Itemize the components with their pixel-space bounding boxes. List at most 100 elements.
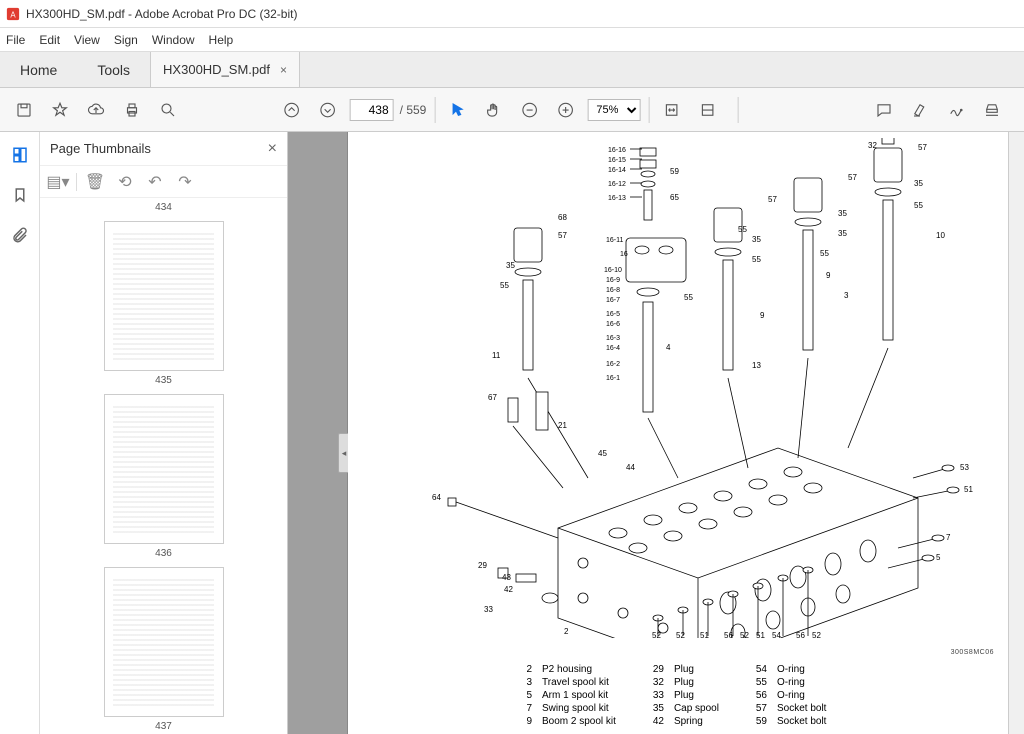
close-panel-icon[interactable]: × [268, 140, 277, 158]
thumbnail-page[interactable] [104, 567, 224, 717]
thumbnails-nav-icon[interactable] [7, 142, 33, 168]
menu-window[interactable]: Window [152, 33, 195, 47]
svg-text:35: 35 [838, 209, 847, 218]
svg-text:16-15: 16-15 [608, 157, 626, 164]
undo-icon[interactable]: ↶ [143, 170, 167, 194]
thumb-options-icon[interactable]: ▤▾ [46, 170, 70, 194]
tab-bar: Home Tools HX300HD_SM.pdf × [0, 52, 1024, 88]
fit-page-icon[interactable] [693, 96, 721, 124]
svg-text:45: 45 [598, 449, 607, 458]
tab-home[interactable]: Home [0, 52, 77, 87]
svg-text:16-2: 16-2 [606, 361, 620, 368]
svg-text:35: 35 [506, 261, 515, 270]
attachment-nav-icon[interactable] [7, 222, 33, 248]
svg-text:43: 43 [502, 573, 511, 582]
svg-text:29: 29 [478, 561, 487, 570]
menu-bar: File Edit View Sign Window Help [0, 28, 1024, 52]
svg-text:16-14: 16-14 [608, 167, 626, 174]
svg-text:68: 68 [558, 213, 567, 222]
hand-icon[interactable] [479, 96, 507, 124]
svg-text:16-6: 16-6 [606, 321, 620, 328]
star-icon[interactable] [46, 96, 74, 124]
page-number-input[interactable] [350, 99, 394, 121]
svg-text:35: 35 [752, 235, 761, 244]
svg-text:52: 52 [676, 631, 685, 638]
window-title: HX300HD_SM.pdf - Adobe Acrobat Pro DC (3… [26, 7, 297, 21]
tab-document[interactable]: HX300HD_SM.pdf × [150, 52, 300, 87]
print-icon[interactable] [118, 96, 146, 124]
delete-page-icon[interactable]: 🗑 [83, 170, 107, 194]
thumbnail-page[interactable] [104, 221, 224, 371]
stamp-icon[interactable] [978, 96, 1006, 124]
thumbnail-page[interactable] [104, 394, 224, 544]
svg-text:56: 56 [796, 631, 805, 638]
svg-text:5: 5 [936, 553, 941, 562]
svg-text:55: 55 [738, 225, 747, 234]
tab-tools[interactable]: Tools [77, 52, 150, 87]
redo-icon[interactable]: ↷ [173, 170, 197, 194]
comment-icon[interactable] [870, 96, 898, 124]
nav-strip [0, 132, 40, 734]
menu-sign[interactable]: Sign [114, 33, 138, 47]
svg-text:16-8: 16-8 [606, 287, 620, 294]
rotate-page-icon[interactable]: ⟲ [113, 170, 137, 194]
fit-width-icon[interactable] [657, 96, 685, 124]
parts-diagram: .ln{stroke:#000;stroke-width:0.8;fill:no… [408, 138, 998, 638]
main-area: Page Thumbnails × ▤▾ 🗑 ⟲ ↶ ↷ 434 435 436… [0, 132, 1024, 734]
svg-text:16: 16 [620, 251, 628, 258]
svg-text:A: A [10, 10, 16, 19]
svg-text:21: 21 [558, 421, 567, 430]
svg-text:52: 52 [812, 631, 821, 638]
svg-text:57: 57 [558, 231, 567, 240]
toolbar: / 559 75% [0, 88, 1024, 132]
highlight-icon[interactable] [906, 96, 934, 124]
svg-text:16-10: 16-10 [604, 267, 622, 274]
svg-text:55: 55 [820, 249, 829, 258]
svg-text:11: 11 [492, 351, 501, 360]
svg-text:16-16: 16-16 [608, 147, 626, 154]
zoom-out-icon[interactable] [515, 96, 543, 124]
bookmark-nav-icon[interactable] [7, 182, 33, 208]
save-icon[interactable] [10, 96, 38, 124]
document-area: ◂ .ln{stroke:#000;stroke-width:0.8;fill:… [288, 132, 1008, 734]
thumb-caption: 437 [40, 721, 287, 732]
svg-text:10: 10 [936, 231, 945, 240]
svg-text:52: 52 [740, 631, 749, 638]
thumb-caption: 436 [40, 548, 287, 559]
thumb-caption: 434 [40, 202, 287, 213]
menu-edit[interactable]: Edit [39, 33, 60, 47]
zoom-in-icon[interactable] [551, 96, 579, 124]
svg-text:16-5: 16-5 [606, 311, 620, 318]
svg-text:57: 57 [768, 195, 777, 204]
document-page[interactable]: .ln{stroke:#000;stroke-width:0.8;fill:no… [348, 132, 1008, 734]
pointer-icon[interactable] [443, 96, 471, 124]
right-tools-strip[interactable] [1008, 132, 1024, 734]
page-down-icon[interactable] [314, 96, 342, 124]
cloud-upload-icon[interactable] [82, 96, 110, 124]
pdf-file-icon: A [6, 7, 20, 21]
svg-text:59: 59 [670, 167, 679, 176]
page-up-icon[interactable] [278, 96, 306, 124]
svg-text:32: 32 [868, 141, 877, 150]
svg-text:35: 35 [838, 229, 847, 238]
page-gutter: ◂ [288, 132, 348, 734]
zoom-select[interactable]: 75% [587, 99, 640, 121]
search-icon[interactable] [154, 96, 182, 124]
svg-text:2: 2 [564, 627, 569, 636]
svg-text:16-1: 16-1 [606, 375, 620, 382]
svg-text:64: 64 [432, 493, 441, 502]
sign-icon[interactable] [942, 96, 970, 124]
svg-text:16-12: 16-12 [608, 181, 626, 188]
menu-help[interactable]: Help [209, 33, 234, 47]
svg-text:3: 3 [844, 291, 849, 300]
svg-text:7: 7 [946, 533, 951, 542]
svg-text:52: 52 [652, 631, 661, 638]
menu-view[interactable]: View [74, 33, 100, 47]
thumbnails-scroll[interactable]: 434 435 436 437 438 [40, 198, 287, 734]
parts-list: 2P2 housing 3Travel spool kit 5Arm 1 spo… [518, 663, 826, 728]
svg-text:16-7: 16-7 [606, 297, 620, 304]
close-tab-icon[interactable]: × [280, 63, 287, 77]
svg-text:9: 9 [826, 271, 831, 280]
thumb-caption: 435 [40, 375, 287, 386]
menu-file[interactable]: File [6, 33, 25, 47]
